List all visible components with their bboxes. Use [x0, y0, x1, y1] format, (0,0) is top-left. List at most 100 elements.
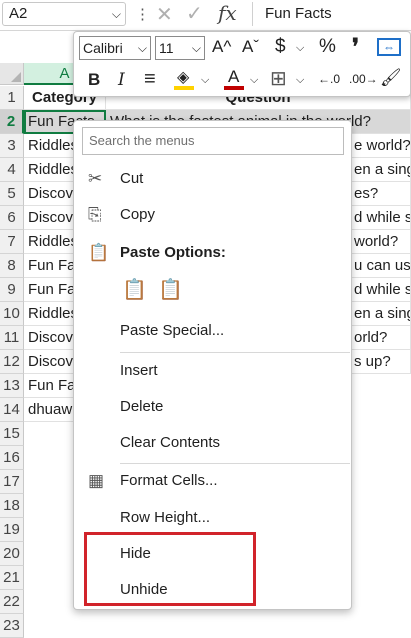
menu-separator — [120, 463, 350, 464]
menu-item-label: Paste Options: — [120, 244, 226, 261]
row-header[interactable]: 17 — [0, 470, 24, 494]
menu-item-label: Delete — [120, 398, 164, 415]
chevron-down-icon[interactable]: ⌵ — [250, 74, 258, 87]
row-header[interactable]: 6 — [0, 206, 24, 230]
menu-item-paste-options: 📋 Paste Options: — [74, 238, 351, 268]
font-name-value: Calibri — [83, 40, 123, 56]
row-header[interactable]: 14 — [0, 398, 24, 422]
increase-font-size-icon[interactable]: A^ — [212, 37, 231, 57]
currency-format-icon[interactable]: $ — [275, 36, 286, 58]
font-name-dropdown[interactable]: Calibri ⌵ — [79, 36, 151, 60]
menu-item-label: Paste Special... — [120, 322, 225, 339]
borders-icon[interactable]: ⊞ — [270, 66, 287, 91]
percent-style-icon[interactable]: % — [319, 36, 336, 58]
menu-item-delete[interactable]: Delete — [74, 392, 351, 422]
paste-values-icon[interactable]: 📋 — [158, 277, 183, 302]
cell-b7[interactable]: world? — [350, 230, 411, 254]
chevron-down-icon[interactable]: ⌵ — [201, 74, 209, 87]
cancel-icon[interactable]: ✕ — [156, 2, 173, 27]
cell-b8[interactable]: u can use — [350, 254, 411, 278]
font-color-letter: A — [228, 67, 240, 86]
decrease-font-size-icon[interactable]: Aˇ — [242, 37, 259, 57]
row-header[interactable]: 16 — [0, 446, 24, 470]
row-header[interactable]: 7 — [0, 230, 24, 254]
menu-search-input[interactable]: Search the menus — [82, 127, 344, 155]
font-size-dropdown[interactable]: 11 ⌵ — [155, 36, 205, 60]
cell-b5[interactable]: es? — [350, 182, 411, 206]
chevron-down-icon[interactable]: ⌵ — [296, 74, 304, 87]
row-header[interactable]: 3 — [0, 134, 24, 158]
chevron-down-icon[interactable]: ⌵ — [296, 42, 304, 55]
font-color-swatch — [224, 86, 244, 90]
chevron-down-icon: ⌵ — [137, 41, 147, 55]
row-header[interactable]: 13 — [0, 374, 24, 398]
format-painter-icon[interactable]: 🖌 — [380, 68, 402, 88]
name-box-dropdown-icon[interactable]: ⌵ — [112, 3, 121, 25]
menu-item-label: Insert — [120, 362, 158, 379]
row-header[interactable]: 18 — [0, 494, 24, 518]
font-color-icon[interactable]: A — [224, 67, 244, 91]
fill-color-icon[interactable]: ◈ — [174, 67, 196, 91]
row-header[interactable]: 9 — [0, 278, 24, 302]
enter-icon[interactable]: ✓ — [186, 1, 203, 26]
menu-item-copy[interactable]: ⎘ Copy — [74, 200, 351, 230]
name-box[interactable]: A2 ⌵ — [2, 2, 126, 26]
row-header[interactable]: 5 — [0, 182, 24, 206]
format-cells-icon: ▦ — [88, 471, 105, 490]
italic-icon[interactable]: I — [118, 70, 125, 90]
cell-b10[interactable]: en a sing — [350, 302, 411, 326]
merge-center-icon[interactable]: ⇔ — [377, 38, 401, 56]
center-align-icon[interactable]: ≡ — [144, 68, 156, 91]
select-all-icon — [11, 72, 21, 82]
row-header[interactable]: 11 — [0, 326, 24, 350]
cell-b11[interactable]: orld? — [350, 326, 411, 350]
name-box-value: A2 — [9, 5, 28, 22]
decrease-decimal-icon[interactable]: .00→ — [349, 72, 378, 86]
cell-b9[interactable]: d while st — [350, 278, 411, 302]
comma-style-icon[interactable]: ❜ — [352, 34, 359, 60]
menu-item-paste-special[interactable]: Paste Special... — [74, 316, 351, 346]
menu-item-label: Row Height... — [120, 509, 211, 526]
insert-function-icon[interactable]: fx — [218, 1, 237, 25]
row-header[interactable]: 4 — [0, 158, 24, 182]
row-header[interactable]: 15 — [0, 422, 24, 446]
fill-color-swatch — [174, 86, 194, 90]
row-header[interactable]: 20 — [0, 542, 24, 566]
row-header[interactable]: 12 — [0, 350, 24, 374]
row-header[interactable]: 23 — [0, 614, 24, 638]
menu-item-clear-contents[interactable]: Clear Contents — [74, 428, 351, 458]
row-header[interactable]: 19 — [0, 518, 24, 542]
row-header[interactable]: 10 — [0, 302, 24, 326]
row-header[interactable]: 21 — [0, 566, 24, 590]
more-options-icon[interactable]: ⋮ — [135, 5, 150, 23]
formula-bar: A2 ⌵ ⋮ ✕ ✓ fx Fun Facts — [0, 0, 411, 31]
cell-b6[interactable]: d while st — [350, 206, 411, 230]
menu-item-label: Copy — [120, 206, 156, 223]
paste-keep-formatting-icon[interactable]: 📋 — [122, 277, 147, 302]
increase-decimal-icon[interactable]: ←.0 — [318, 72, 340, 86]
copy-icon: ⎘ — [88, 205, 102, 224]
cell-b4[interactable]: en a sing — [350, 158, 411, 182]
font-size-value: 11 — [159, 40, 174, 56]
cell-b3[interactable]: e world? — [350, 134, 411, 158]
menu-item-row-height[interactable]: Row Height... — [74, 503, 351, 533]
menu-item-insert[interactable]: Insert — [74, 356, 351, 386]
cell-b12[interactable]: s up? — [350, 350, 411, 374]
bold-icon[interactable]: B — [88, 70, 100, 90]
menu-item-label: Clear Contents — [120, 434, 221, 451]
clipboard-icon: 📋 — [88, 243, 110, 262]
menu-item-label: Format Cells... — [120, 472, 218, 489]
formula-input[interactable]: Fun Facts — [252, 2, 411, 26]
select-all-corner[interactable] — [0, 63, 24, 85]
menu-item-format-cells[interactable]: ▦ Format Cells... — [74, 466, 351, 496]
row-header[interactable]: 2 — [0, 110, 24, 134]
row-header[interactable]: 8 — [0, 254, 24, 278]
menu-separator — [120, 352, 350, 353]
row-header[interactable]: 1 — [0, 86, 24, 110]
chevron-down-icon: ⌵ — [191, 41, 201, 55]
mini-toolbar: Calibri ⌵ 11 ⌵ A^ Aˇ $ ⌵ % ❜ ⇔ B I ≡ ◈ ⌵… — [73, 31, 411, 97]
row-header[interactable]: 22 — [0, 590, 24, 614]
scissors-icon: ✂ — [88, 169, 103, 188]
paint-bucket-icon: ◈ — [177, 69, 190, 86]
menu-item-cut[interactable]: ✂ Cut — [74, 164, 351, 194]
